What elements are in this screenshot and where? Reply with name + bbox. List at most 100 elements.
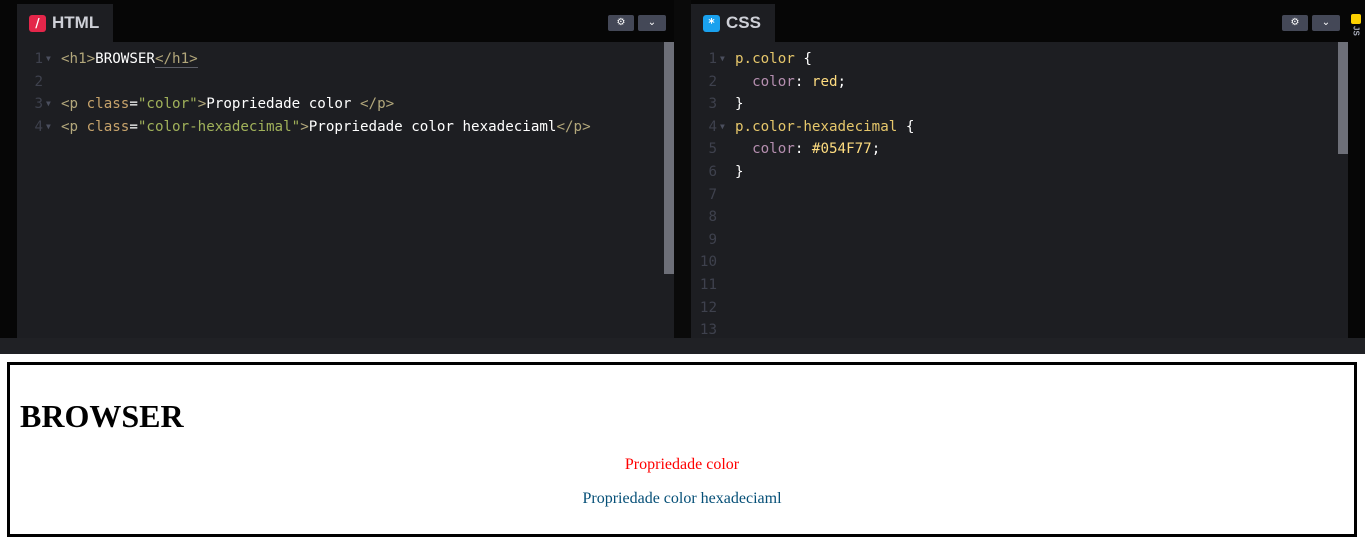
tab-html-label: HTML — [52, 13, 100, 32]
code-token: { — [803, 51, 812, 67]
css-code-line[interactable]: 7 — [691, 184, 1348, 207]
code-token: p.color-hexadecimal — [735, 118, 906, 135]
code-token: </p> — [359, 96, 395, 113]
code-token: } — [735, 96, 744, 113]
html-code-line[interactable]: 1 ▼ <h1>BROWSER</h1> — [17, 48, 674, 71]
line-number: 8 — [708, 209, 717, 226]
code-token: </h1> — [154, 51, 198, 68]
css-scrollbar[interactable] — [1338, 42, 1348, 338]
code-token: <p — [61, 118, 87, 135]
css-code-editor[interactable]: 1 ▼ p.color {2 color: red; 3} 4 ▼ p.color-hexa… — [691, 48, 1348, 342]
preview-resize-bar[interactable] — [0, 338, 1365, 354]
css-code-line[interactable]: 9 — [691, 229, 1348, 252]
css-logo-icon: * — [703, 14, 720, 32]
tab-js-collapsed[interactable]: JS — [1350, 14, 1362, 40]
code-token: ; — [871, 141, 881, 158]
left-gutter — [0, 0, 16, 338]
code-token: "color-hexadecimal" — [137, 118, 301, 135]
css-code-line[interactable]: 11 — [691, 274, 1348, 297]
css-code-line[interactable]: 4 ▼ p.color-hexadecimal { — [691, 116, 1348, 139]
css-code-line[interactable]: 12 — [691, 297, 1348, 320]
css-pane-header: * CSS ⚙ ⌄ — [691, 4, 1348, 42]
code-token: > — [197, 96, 207, 113]
code-token: ; — [837, 73, 847, 90]
line-number: 2 — [708, 73, 717, 90]
css-code-line[interactable]: 1 ▼ p.color { — [691, 48, 1348, 71]
html-settings-button[interactable]: ⚙ — [608, 15, 634, 31]
fold-arrow-icon[interactable]: ▼ — [720, 48, 725, 71]
code-text: } — [735, 93, 744, 116]
html-scroll-thumb[interactable] — [664, 42, 674, 274]
css-collapse-button[interactable]: ⌄ — [1312, 15, 1340, 31]
html-pane-header: / HTML ⚙ ⌄ — [17, 4, 674, 42]
preview-frame: BROWSER Propriedade color Propriedade co… — [7, 362, 1357, 537]
tab-css-label: CSS — [726, 13, 761, 32]
line-number: 3 — [708, 96, 717, 113]
html-code-line[interactable]: 3 ▼ <p class="color">Propriedade color </p… — [17, 93, 674, 116]
code-token: : — [794, 73, 812, 90]
line-number: 1 — [34, 51, 43, 67]
line-number: 6 — [708, 163, 717, 180]
line-number: 12 — [699, 299, 717, 316]
code-token: Propriedade color — [206, 96, 360, 113]
preview-paragraph-color: Propriedade color — [624, 456, 740, 473]
html-code-editor[interactable]: 1 ▼ <h1>BROWSER</h1> 2 3 ▼ <p class="color">Pr… — [17, 48, 674, 138]
preview-paragraph-color-hex: Propriedade color hexadeciaml — [582, 490, 782, 507]
css-code-line[interactable]: 6} — [691, 161, 1348, 184]
js-collapsed-strip[interactable] — [1348, 0, 1365, 338]
fold-arrow-icon[interactable]: ▼ — [720, 116, 725, 139]
html-code-line[interactable]: 2 — [17, 71, 674, 94]
editor-area: / HTML ⚙ ⌄ 1 ▼ <h1>BROWSER</h1> 2 3 ▼ <p class… — [0, 0, 1365, 338]
line-number: 5 — [708, 141, 717, 158]
code-token: = — [129, 118, 138, 135]
code-token: p.color — [735, 51, 804, 67]
css-code-line[interactable]: 2 color: red; — [691, 71, 1348, 94]
line-number: 3 — [34, 96, 43, 113]
code-token: { — [905, 118, 915, 135]
code-token: color — [752, 141, 795, 158]
html-pane-buttons: ⚙ ⌄ — [608, 15, 666, 31]
code-token: > — [300, 118, 309, 135]
code-token: class — [86, 96, 130, 113]
code-token: } — [735, 163, 744, 180]
code-text: color: #054F77; — [735, 138, 880, 161]
tab-css[interactable]: * CSS — [691, 4, 775, 42]
tab-js-label: JS — [1351, 26, 1361, 36]
css-settings-button[interactable]: ⚙ — [1282, 15, 1308, 31]
fold-arrow-icon[interactable]: ▼ — [46, 93, 51, 116]
code-token: </p> — [556, 118, 591, 135]
tab-html[interactable]: / HTML — [17, 4, 114, 42]
code-token: class — [86, 118, 130, 135]
code-token: <p — [61, 96, 87, 113]
css-scroll-thumb[interactable] — [1338, 42, 1348, 154]
code-text: } — [735, 161, 744, 184]
line-number: 10 — [699, 254, 717, 271]
html-code-line[interactable]: 4 ▼ <p class="color-hexadecimal">Proprieda… — [17, 116, 674, 139]
line-number: 11 — [699, 276, 717, 293]
css-code-line[interactable]: 8 — [691, 206, 1348, 229]
js-logo-icon — [1351, 14, 1361, 24]
code-token: = — [129, 96, 138, 113]
code-token: red — [811, 73, 838, 90]
pane-resize-handle[interactable] — [674, 0, 691, 338]
code-text: color: red; — [735, 71, 846, 94]
fold-arrow-icon[interactable]: ▼ — [46, 48, 51, 71]
line-number: 7 — [708, 186, 717, 203]
line-number: 2 — [34, 73, 43, 90]
css-code-line[interactable]: 10 — [691, 251, 1348, 274]
css-code-line[interactable]: 5 color: #054F77; — [691, 138, 1348, 161]
code-text: p.color { — [735, 48, 812, 71]
chevron-down-icon: ⌄ — [647, 17, 657, 28]
code-token: BROWSER — [95, 51, 155, 67]
code-token: "color" — [137, 96, 198, 113]
line-number: 1 — [708, 51, 717, 67]
code-token: color — [752, 73, 795, 90]
fold-arrow-icon[interactable]: ▼ — [46, 116, 51, 139]
line-number: 4 — [34, 118, 43, 135]
html-collapse-button[interactable]: ⌄ — [638, 15, 666, 31]
html-scrollbar[interactable] — [664, 42, 674, 338]
css-pane-buttons: ⚙ ⌄ — [1282, 15, 1340, 31]
code-text: <p class="color">Propriedade color </p> — [61, 93, 394, 116]
css-code-line[interactable]: 3} — [691, 93, 1348, 116]
